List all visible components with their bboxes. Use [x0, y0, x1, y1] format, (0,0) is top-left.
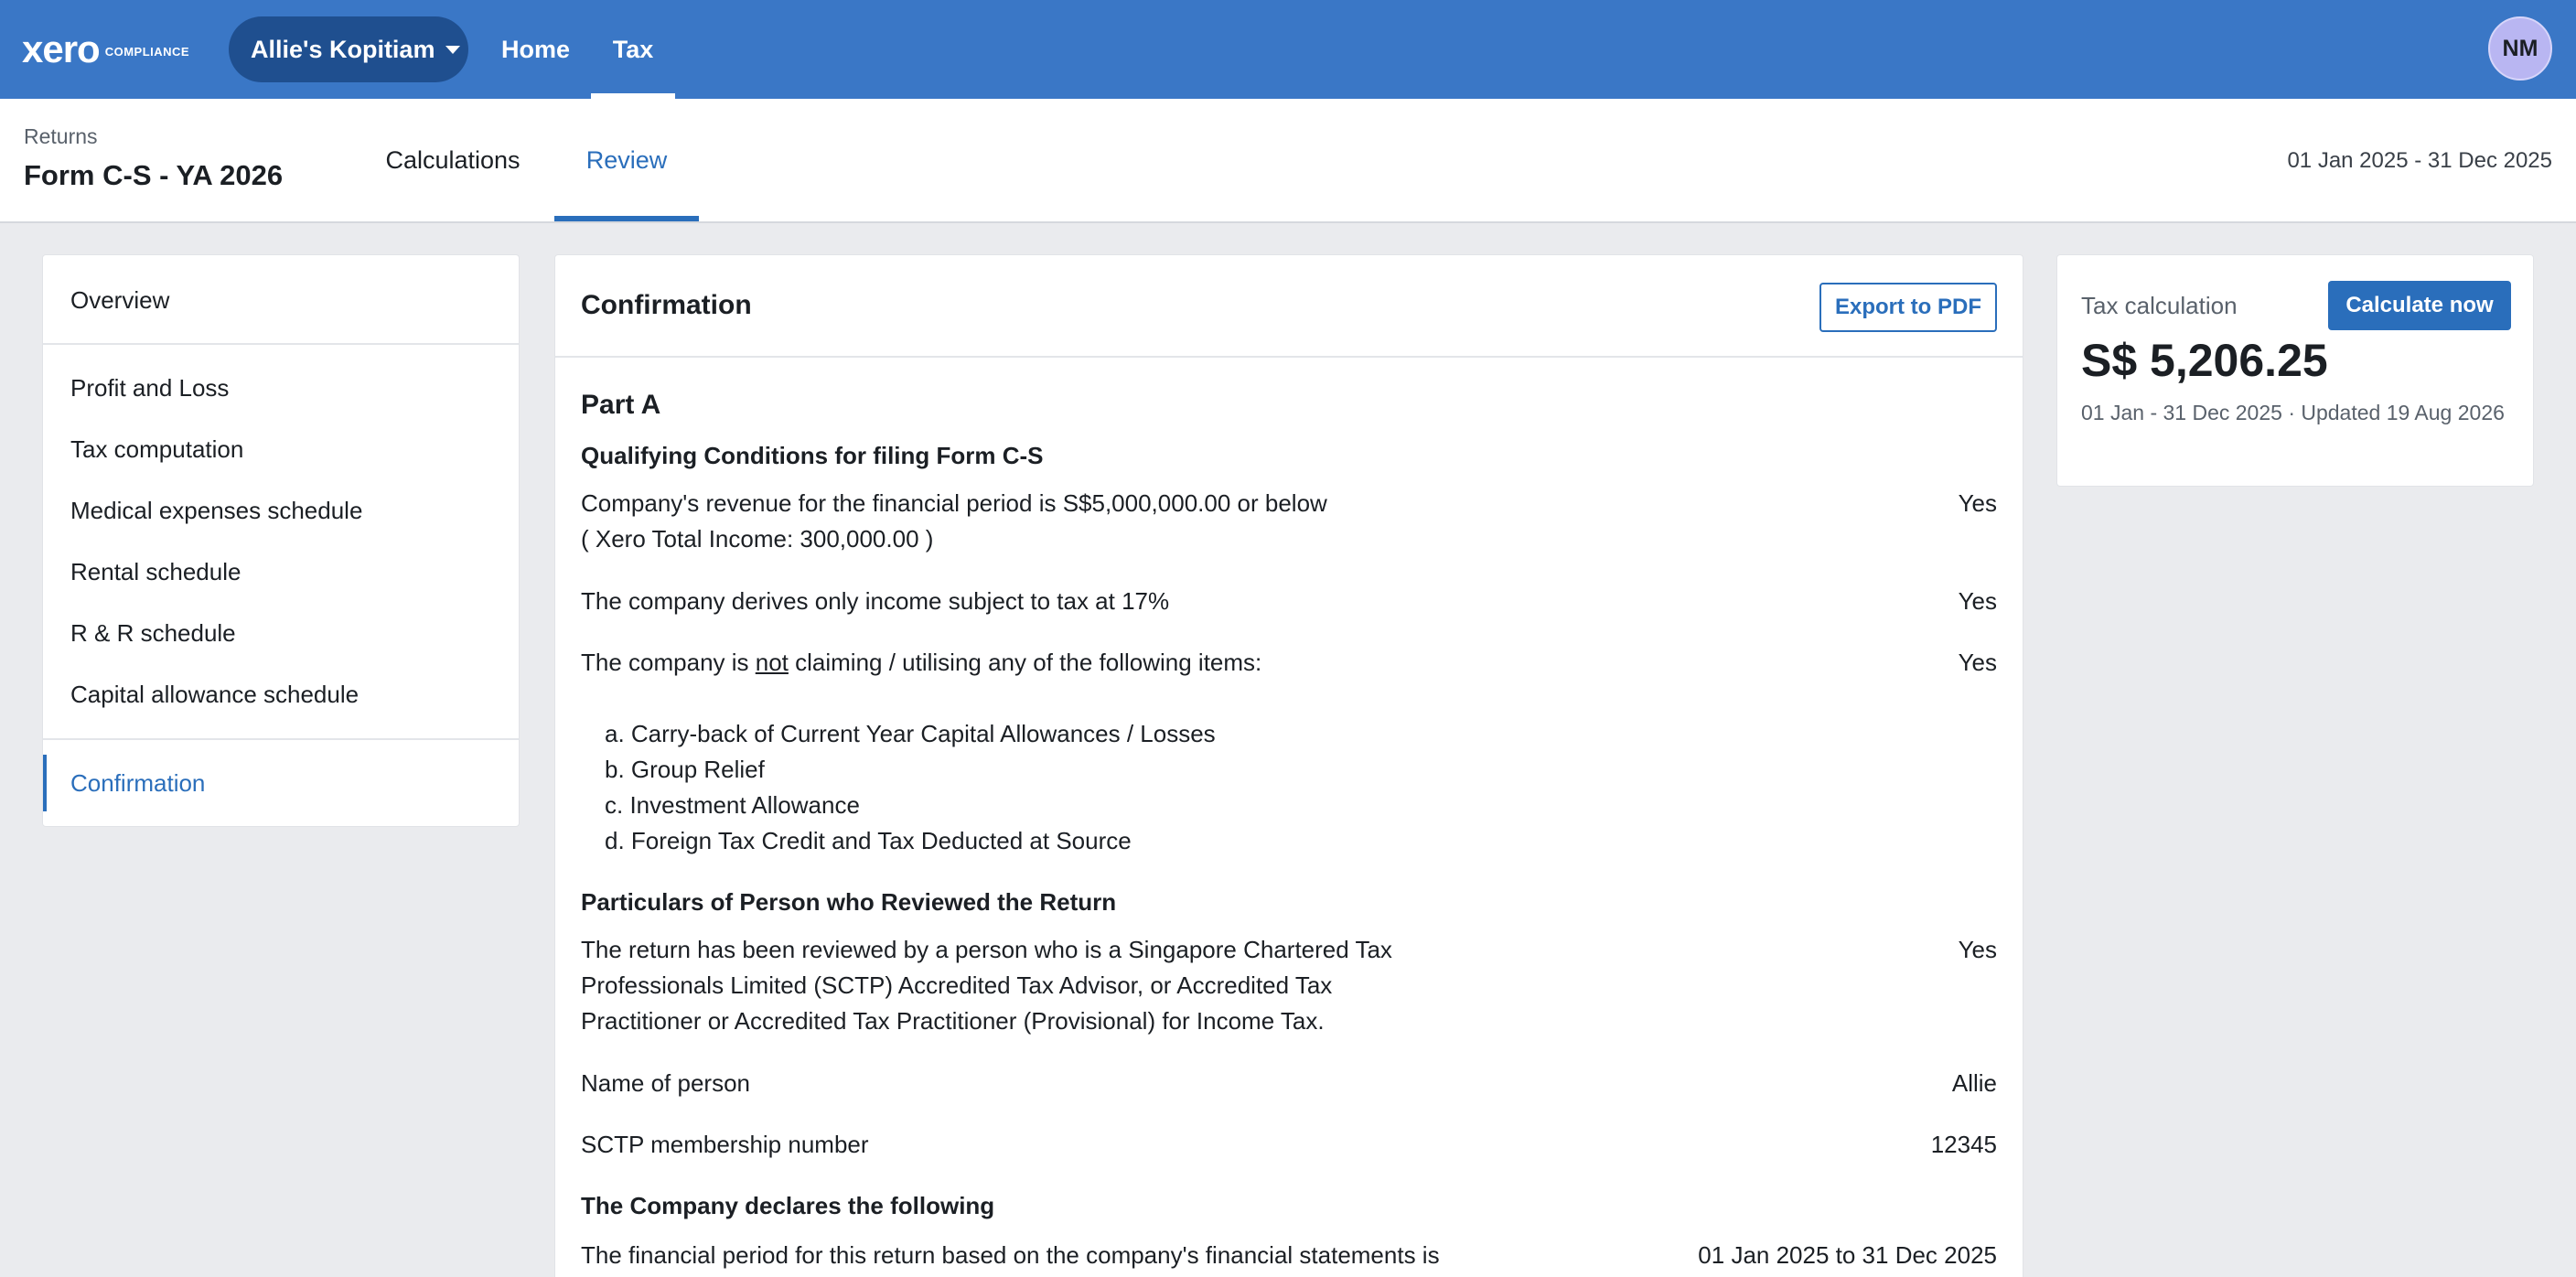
list-item: a. Carry-back of Current Year Capital Al…	[605, 720, 1216, 747]
reviewer-statement-line: Practitioner or Accredited Tax Practitio…	[581, 1007, 1325, 1035]
emphasis-not: not	[755, 649, 789, 676]
xero-logo[interactable]: xero COMPLIANCE	[22, 27, 190, 70]
sidebar-item-overview[interactable]: Overview	[43, 272, 519, 328]
question-not-claiming-suffix: claiming / utilising any of the followin…	[788, 649, 1262, 676]
financial-period-value: 01 Jan 2025 to 31 Dec 2025	[1698, 1241, 1997, 1269]
section-title-qualifying: Qualifying Conditions for filing Form C-…	[581, 442, 1044, 469]
section-title-declaration: The Company declares the following	[581, 1192, 995, 1219]
question-revenue: Company's revenue for the financial peri…	[581, 489, 1327, 517]
return-period: 01 Jan 2025 - 31 Dec 2025	[2287, 148, 2552, 173]
tax-calculation-card: Tax calculation Calculate now S$ 5,206.2…	[2056, 254, 2534, 487]
name-of-person-label: Name of person	[581, 1069, 750, 1097]
sidebar-divider	[43, 343, 519, 345]
logo-subtitle: COMPLIANCE	[104, 44, 190, 59]
tab-calculations[interactable]: Calculations	[366, 99, 540, 221]
logo-wordmark: xero	[22, 27, 101, 70]
financial-period-label: The financial period for this return bas…	[581, 1241, 1440, 1269]
tax-calculation-label: Tax calculation	[2081, 292, 2238, 319]
question-not-claiming-prefix: The company is	[581, 649, 756, 676]
panel-title: Confirmation	[581, 290, 752, 320]
organisation-switcher[interactable]: Allie's Kopitiam	[229, 16, 468, 82]
confirmation-panel: Confirmation Export to PDF Part A Qualif…	[554, 254, 2023, 1277]
question-income-tax-rate: The company derives only income subject …	[581, 587, 1170, 615]
tax-amount: S$ 5,206.25	[2081, 335, 2328, 386]
page-header: Returns Form C-S - YA 2026 Calculations …	[0, 99, 2576, 223]
answer-revenue: Yes	[1958, 489, 1997, 517]
answer-income-tax-rate: Yes	[1958, 587, 1997, 615]
sidebar-item-confirmation[interactable]: Confirmation	[43, 755, 519, 811]
tab-review[interactable]: Review	[554, 99, 699, 221]
reviewer-statement-line: Professionals Limited (SCTP) Accredited …	[581, 971, 1333, 999]
page-title: Form C-S - YA 2026	[24, 159, 284, 191]
question-revenue-note: ( Xero Total Income: 300,000.00 )	[581, 525, 934, 553]
chevron-down-icon	[445, 45, 461, 54]
nav-tax[interactable]: Tax	[591, 0, 675, 99]
sidebar-item-rental[interactable]: Rental schedule	[43, 543, 519, 600]
sctp-number-value: 12345	[1930, 1131, 1997, 1158]
list-item: c. Investment Allowance	[605, 791, 860, 819]
top-navigation-bar: xero COMPLIANCE Allie's Kopitiam Home Ta…	[0, 0, 2576, 99]
nav-home[interactable]: Home	[501, 0, 570, 99]
section-title-reviewer: Particulars of Person who Reviewed the R…	[581, 888, 1117, 916]
part-title: Part A	[581, 390, 661, 420]
sidebar-item-medical-expenses[interactable]: Medical expenses schedule	[43, 482, 519, 539]
reviewer-statement-line: The return has been reviewed by a person…	[581, 936, 1392, 963]
question-not-claiming: The company is not claiming / utilising …	[581, 645, 1261, 681]
sidebar-item-r-and-r[interactable]: R & R schedule	[43, 605, 519, 661]
list-item: b. Group Relief	[605, 756, 765, 783]
organisation-name: Allie's Kopitiam	[251, 35, 435, 63]
answer-reviewer: Yes	[1958, 936, 1997, 963]
calculate-now-button[interactable]: Calculate now	[2328, 281, 2511, 330]
list-item: d. Foreign Tax Credit and Tax Deducted a…	[605, 827, 1132, 854]
panel-header: Confirmation Export to PDF	[555, 255, 2023, 358]
sctp-number-label: SCTP membership number	[581, 1131, 869, 1158]
tax-calculation-meta: 01 Jan - 31 Dec 2025 · Updated 19 Aug 20…	[2081, 401, 2505, 424]
sidebar-divider	[43, 738, 519, 740]
sidebar-item-profit-and-loss[interactable]: Profit and Loss	[43, 359, 519, 416]
export-to-pdf-button[interactable]: Export to PDF	[1819, 283, 1997, 332]
review-sidebar: Overview Profit and Loss Tax computation…	[42, 254, 520, 827]
user-avatar[interactable]: NM	[2488, 16, 2552, 80]
sidebar-item-tax-computation[interactable]: Tax computation	[43, 421, 519, 478]
sidebar-item-capital-allowance[interactable]: Capital allowance schedule	[43, 666, 519, 723]
breadcrumb[interactable]: Returns	[24, 124, 98, 149]
name-of-person-value: Allie	[1951, 1069, 1997, 1097]
answer-not-claiming: Yes	[1958, 649, 1997, 676]
